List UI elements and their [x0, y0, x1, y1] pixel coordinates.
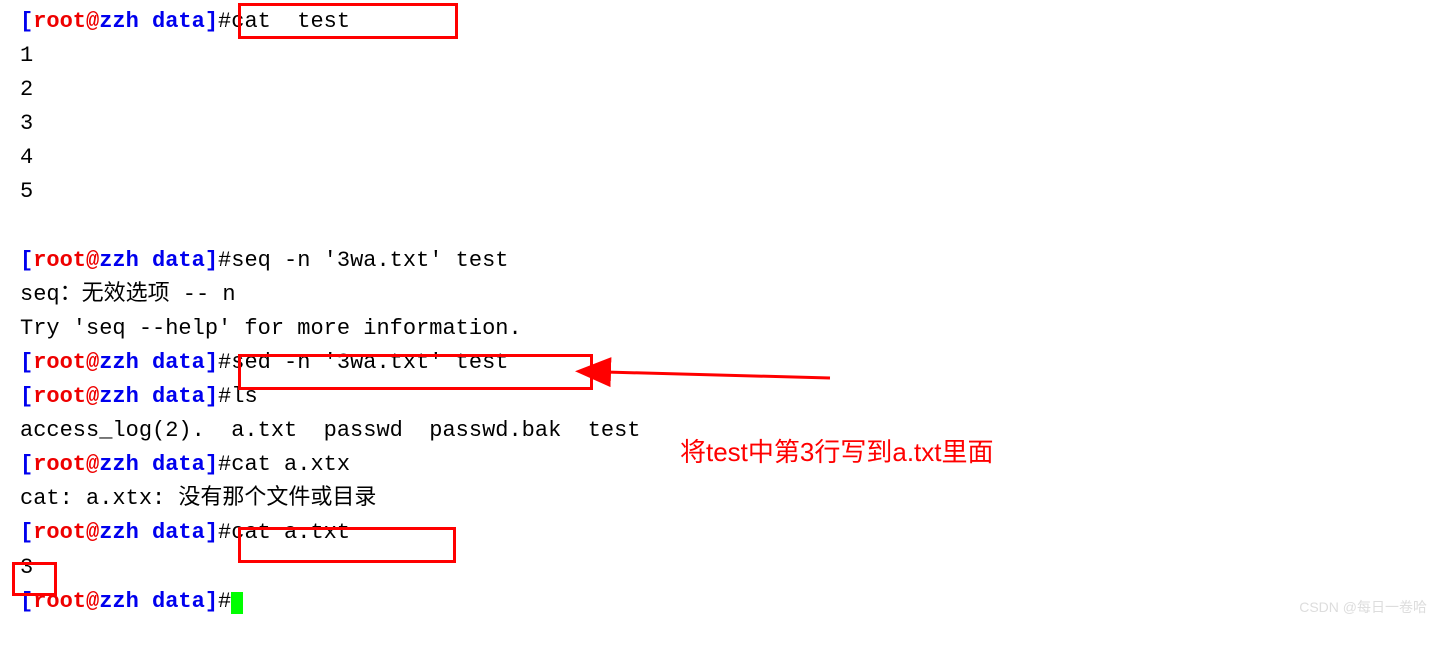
terminal-line: cat: a.xtx: 没有那个文件或目录 — [20, 482, 1417, 516]
terminal-line: 5 — [20, 175, 1417, 209]
terminal-line: Try 'seq --help' for more information. — [20, 312, 1417, 346]
command-text: ls — [231, 384, 257, 409]
terminal-line: [root@zzh data]#cat a.txt — [20, 516, 1417, 550]
output-text: cat: a.xtx: 没有那个文件或目录 — [20, 486, 376, 511]
terminal-line: [root@zzh data]#ls — [20, 380, 1417, 414]
terminal-line: 3 — [20, 107, 1417, 141]
output-text: access_log(2). a.txt passwd passwd.bak t… — [20, 418, 641, 443]
cursor — [231, 592, 243, 614]
terminal-line: [root@zzh data]#sed -n '3wa.txt' test — [20, 346, 1417, 380]
terminal-line: 1 — [20, 39, 1417, 73]
terminal-line: [root@zzh data]# — [20, 585, 1417, 619]
terminal-line: [root@zzh data]#cat test — [20, 5, 1417, 39]
output-text: 1 — [20, 43, 33, 68]
terminal-line: seq：无效选项 -- n — [20, 278, 1417, 312]
output-text: seq：无效选项 -- n — [20, 282, 236, 307]
output-text: 3 — [20, 111, 33, 136]
output-text: 4 — [20, 145, 33, 170]
command-text: sed -n '3wa.txt' test — [231, 350, 508, 375]
terminal-line: 3 — [20, 551, 1417, 585]
command-text: cat a.txt — [231, 520, 350, 545]
command-text: cat a.xtx — [231, 452, 350, 477]
output-text — [20, 214, 33, 239]
terminal-line: 4 — [20, 141, 1417, 175]
annotation-text: 将test中第3行写到a.txt里面 — [680, 432, 994, 472]
terminal-output: [root@zzh data]#cat test12345 [root@zzh … — [20, 5, 1417, 619]
output-text: 2 — [20, 77, 33, 102]
terminal-line: 2 — [20, 73, 1417, 107]
command-text: seq -n '3wa.txt' test — [231, 248, 508, 273]
watermark: CSDN @每日一卷哈 — [1299, 597, 1427, 619]
output-text: 5 — [20, 179, 33, 204]
terminal-line: [root@zzh data]#seq -n '3wa.txt' test — [20, 244, 1417, 278]
output-text: 3 — [20, 555, 33, 580]
output-text: Try 'seq --help' for more information. — [20, 316, 522, 341]
command-text: cat test — [231, 9, 350, 34]
terminal-line — [20, 210, 1417, 244]
